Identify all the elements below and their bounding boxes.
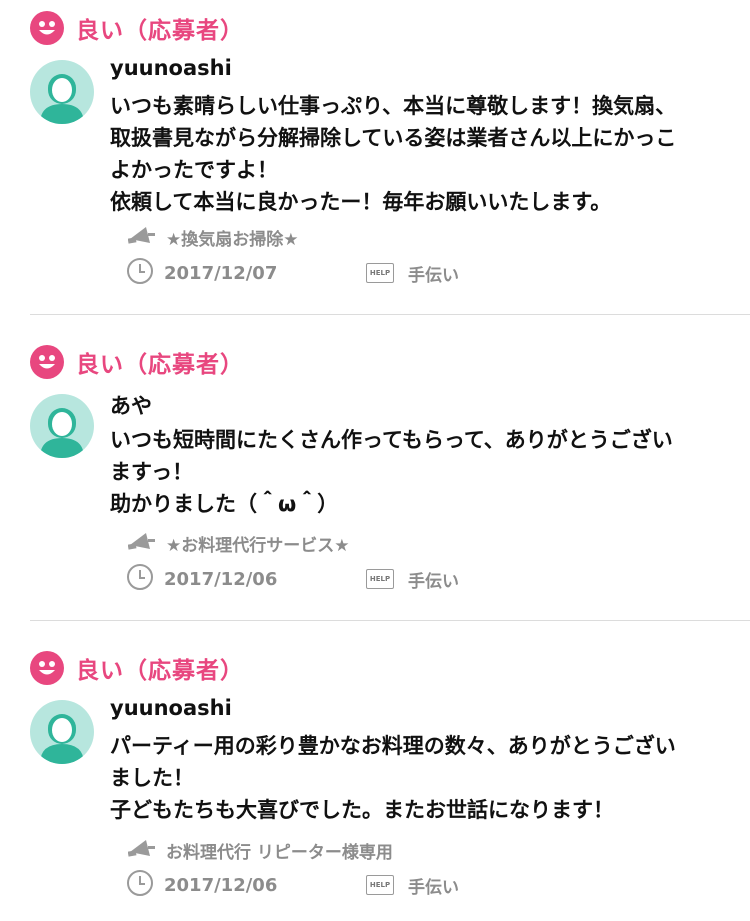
smiley-icon (30, 651, 64, 685)
clock-icon (126, 563, 154, 595)
service-name: ★換気扇お掃除★ (166, 229, 299, 250)
review-comment: いつも短時間にたくさん作ってもらって、ありがとうござい ますっ！ 助かりました（… (110, 428, 673, 516)
user-name[interactable]: yuunoashi (110, 696, 232, 720)
smiley-icon (30, 345, 64, 379)
user-name[interactable]: yuunoashi (110, 56, 232, 80)
date-row: 2017/12/06 (126, 564, 277, 594)
help-label: 手伝い (408, 571, 459, 592)
megaphone-icon (127, 836, 156, 864)
date-row: 2017/12/07 (126, 258, 277, 288)
help-label: 手伝い (408, 265, 459, 286)
review-date: 2017/12/07 (164, 262, 278, 284)
help-icon: HELP (366, 875, 394, 895)
service-link[interactable]: ★お料理代行サービス★ (127, 529, 350, 557)
rating-row: 良い（応募者） (30, 648, 244, 688)
review-date: 2017/12/06 (164, 874, 278, 896)
review-comment: パーティー用の彩り豊かなお料理の数々、ありがとうござい ました！ 子どもたちも大… (110, 734, 676, 822)
rating-label: 良い（応募者） (76, 658, 244, 684)
rating-label: 良い（応募者） (76, 352, 244, 378)
service-name: ★お料理代行サービス★ (166, 535, 350, 556)
user-name[interactable]: あや (110, 390, 152, 420)
clock-icon (126, 257, 154, 289)
help-icon: HELP (366, 569, 394, 589)
rating-row: 良い（応募者） (30, 8, 244, 48)
help-button[interactable]: HELP 手伝い (366, 870, 459, 900)
review-date: 2017/12/06 (164, 568, 278, 590)
rating-label: 良い（応募者） (76, 18, 244, 44)
divider (30, 314, 750, 315)
date-row: 2017/12/06 (126, 870, 277, 900)
smiley-icon (30, 11, 64, 45)
service-link[interactable]: ★換気扇お掃除★ (127, 223, 299, 251)
clock-icon (126, 869, 154, 901)
service-name: お料理代行 リピーター様専用 (166, 842, 393, 863)
review-comment: いつも素晴らしい仕事っぷり、本当に尊敬します！換気扇、 取扱書見ながら分解掃除し… (110, 94, 677, 214)
avatar[interactable] (30, 60, 94, 124)
megaphone-icon (127, 529, 156, 557)
divider (30, 620, 750, 621)
help-icon: HELP (366, 263, 394, 283)
rating-row: 良い（応募者） (30, 342, 244, 382)
avatar[interactable] (30, 700, 94, 764)
service-link[interactable]: お料理代行 リピーター様専用 (127, 836, 393, 864)
help-button[interactable]: HELP 手伝い (366, 258, 459, 288)
help-button[interactable]: HELP 手伝い (366, 564, 459, 594)
help-label: 手伝い (408, 877, 459, 898)
megaphone-icon (127, 223, 156, 251)
avatar[interactable] (30, 394, 94, 458)
